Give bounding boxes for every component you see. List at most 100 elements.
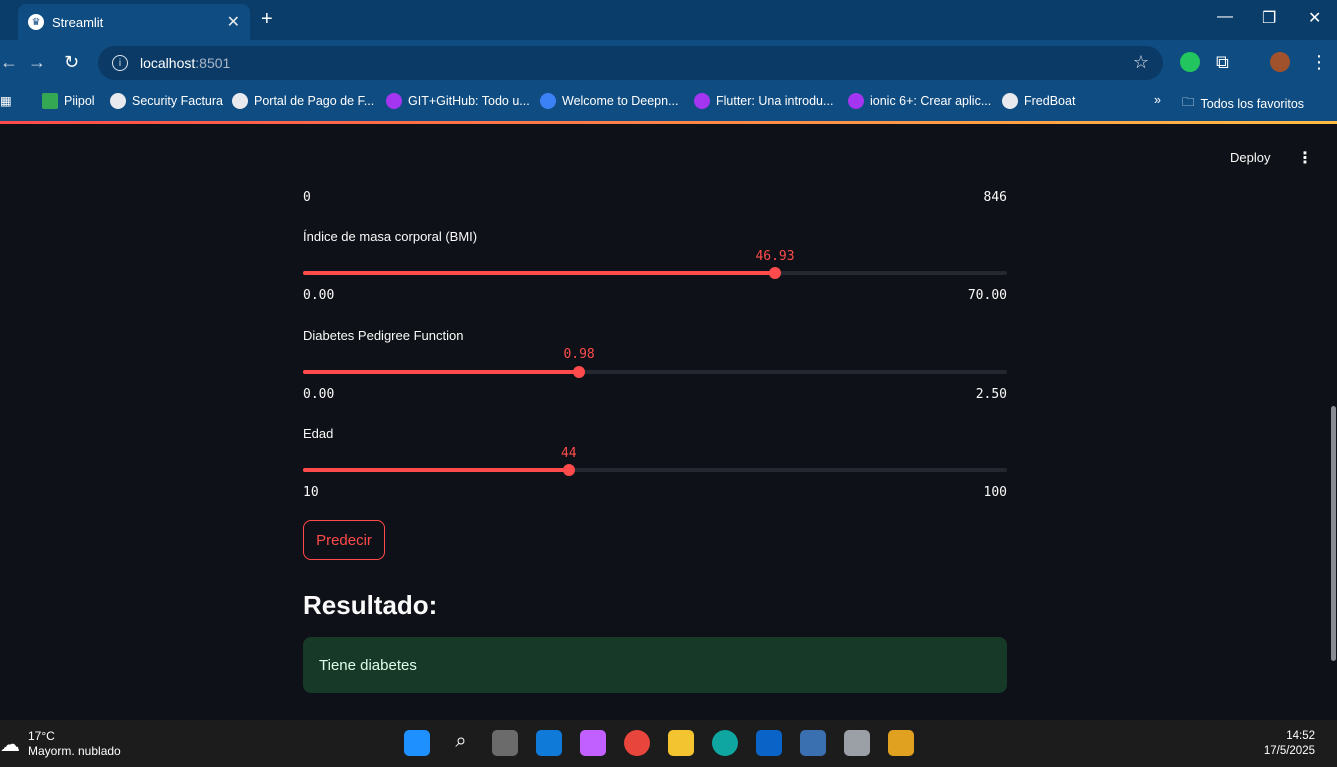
bmi-slider[interactable] — [303, 267, 1007, 279]
url-port: :8501 — [195, 55, 231, 71]
slider-fill — [303, 468, 569, 472]
copilot-icon[interactable] — [580, 730, 606, 756]
streamlit-app: Deploy ⋮ 0 846 Índice de masa corporal (… — [0, 124, 1337, 720]
slider-thumb[interactable] — [768, 267, 781, 279]
bookmark-label: Portal de Pago de F... — [254, 94, 375, 108]
browser-menu-icon[interactable]: ⋮ — [1310, 52, 1328, 73]
slider-fill — [303, 271, 775, 275]
bookmark-label: Flutter: Una introdu... — [716, 94, 834, 108]
bookmark-fredboat[interactable]: FredBoat — [1002, 93, 1075, 109]
slider-thumb[interactable] — [572, 366, 585, 378]
bookmark-flutter[interactable]: Flutter: Una introdu... — [694, 93, 833, 109]
globe-icon — [1002, 93, 1018, 109]
folder-icon: 🗀 — [1182, 95, 1195, 109]
udemy-icon — [848, 93, 864, 109]
bookmark-label: FredBoat — [1024, 94, 1076, 108]
close-tab-icon[interactable]: ✕ — [227, 12, 240, 32]
system-clock[interactable]: 14:52 17/5/2025 — [1264, 729, 1315, 759]
bookmark-git-github[interactable]: GIT+GitHub: Todo u... — [386, 93, 530, 109]
bookmarks-bar: ▦ Piipol Security Factura Portal de Pago… — [0, 86, 1337, 122]
back-icon[interactable]: ← — [0, 52, 18, 73]
clock-time: 14:52 — [1286, 730, 1315, 742]
age-slider[interactable] — [303, 464, 1007, 476]
globe-icon — [232, 93, 248, 109]
bookmark-label: GIT+GitHub: Todo u... — [408, 94, 530, 108]
prev-slider-max: 846 — [983, 190, 1007, 205]
outlook-icon[interactable] — [756, 730, 782, 756]
close-window-icon[interactable]: ✕ — [1308, 8, 1321, 28]
tab-title: Streamlit — [52, 14, 104, 30]
age-slider-max: 100 — [983, 485, 1007, 500]
age-slider-value: 44 — [560, 446, 577, 461]
globe-icon — [110, 93, 126, 109]
all-bookmarks-folder[interactable]: 🗀 Todos los favoritos — [1182, 93, 1304, 114]
extension-check-icon[interactable] — [1180, 52, 1200, 72]
dpf-slider-max: 2.50 — [975, 387, 1007, 402]
minimize-icon[interactable]: — — [1217, 8, 1233, 26]
clock-date: 17/5/2025 — [1263, 745, 1315, 757]
weather-description: Mayorm. nublado — [28, 744, 121, 758]
dpf-slider-label: Diabetes Pedigree Function — [303, 328, 464, 343]
bookmark-label: Piipol — [64, 94, 95, 108]
predict-button[interactable]: Predecir — [303, 520, 385, 560]
deepnote-icon — [540, 93, 556, 109]
site-info-icon[interactable]: i — [112, 55, 128, 71]
bookmark-label: ionic 6+: Crear aplic... — [870, 94, 992, 108]
address-bar[interactable]: i localhost:8501 ☆ — [98, 46, 1163, 80]
restore-icon[interactable]: ❐ — [1262, 8, 1276, 28]
bmi-slider-max: 70.00 — [967, 288, 1007, 303]
bookmark-label: Security Factura — [132, 94, 224, 108]
streamlit-favicon-icon: ♛ — [28, 14, 44, 30]
deploy-button[interactable]: Deploy — [1230, 150, 1270, 165]
age-slider-label: Edad — [303, 426, 334, 441]
weather-widget[interactable]: 17°C Mayorm. nublado — [28, 729, 121, 759]
more-bookmarks-chevron-icon[interactable]: » — [1154, 93, 1161, 107]
result-success-alert: Tiene diabetes — [303, 637, 1007, 693]
bmi-slider-label: Índice de masa corporal (BMI) — [303, 229, 478, 244]
page-scrollbar[interactable] — [1331, 406, 1336, 661]
task-view-icon[interactable] — [492, 730, 518, 756]
bookmark-security-factura[interactable]: Security Factura — [110, 93, 223, 109]
new-tab-icon[interactable]: + — [261, 8, 273, 31]
git-tool-icon[interactable] — [888, 730, 914, 756]
slider-fill — [303, 370, 579, 374]
file-explorer-icon[interactable] — [668, 730, 694, 756]
extensions-puzzle-icon[interactable]: ⧉ — [1216, 52, 1229, 73]
bookmark-piipol[interactable]: Piipol — [42, 93, 95, 109]
bmi-slider-value: 46.93 — [755, 249, 795, 264]
result-heading: Resultado: — [303, 590, 438, 620]
reload-icon[interactable]: ↻ — [64, 52, 79, 73]
main-menu-icon[interactable]: ⋮ — [1297, 148, 1313, 168]
dpf-slider-min: 0.00 — [303, 387, 335, 402]
edge-icon[interactable] — [712, 730, 738, 756]
profile-avatar[interactable] — [1270, 52, 1290, 72]
database-icon[interactable] — [844, 730, 870, 756]
windows-taskbar: ☁ 17°C Mayorm. nublado ⌕ 14:52 17/5/2025 — [0, 720, 1337, 767]
browser-tab-strip: ♛ Streamlit ✕ + — ❐ ✕ — [0, 0, 1337, 40]
bookmark-deepnote[interactable]: Welcome to Deepn... — [540, 93, 679, 109]
bookmark-star-icon[interactable]: ☆ — [1133, 52, 1149, 73]
bookmark-ionic[interactable]: ionic 6+: Crear aplic... — [848, 93, 991, 109]
browser-toolbar: ← → ↻ i localhost:8501 ☆ ⧉ ⋮ — [0, 40, 1337, 86]
url-host: localhost — [140, 55, 196, 71]
dpf-slider[interactable] — [303, 366, 1007, 378]
remote-desktop-icon[interactable] — [800, 730, 826, 756]
dpf-slider-value: 0.98 — [563, 347, 595, 362]
all-bookmarks-label: Todos los favoritos — [1200, 96, 1305, 111]
store-icon[interactable] — [536, 730, 562, 756]
apps-grid-icon[interactable]: ▦ — [0, 93, 12, 108]
result-text: Tiene diabetes — [319, 657, 417, 674]
forward-icon[interactable]: → — [28, 52, 46, 73]
age-slider-min: 10 — [303, 485, 319, 500]
windows-start-icon[interactable] — [404, 730, 430, 756]
udemy-icon — [386, 93, 402, 109]
bmi-slider-min: 0.00 — [303, 288, 335, 303]
browser-tab-streamlit[interactable]: ♛ Streamlit ✕ — [18, 4, 250, 40]
bookmark-portal-pago[interactable]: Portal de Pago de F... — [232, 93, 374, 109]
slider-thumb[interactable] — [562, 464, 575, 476]
drive-icon — [42, 93, 58, 109]
chrome-icon[interactable] — [624, 730, 650, 756]
search-icon[interactable]: ⌕ — [448, 730, 474, 756]
bookmark-label: Welcome to Deepn... — [562, 94, 679, 108]
weather-cloud-icon[interactable]: ☁ — [0, 732, 20, 757]
